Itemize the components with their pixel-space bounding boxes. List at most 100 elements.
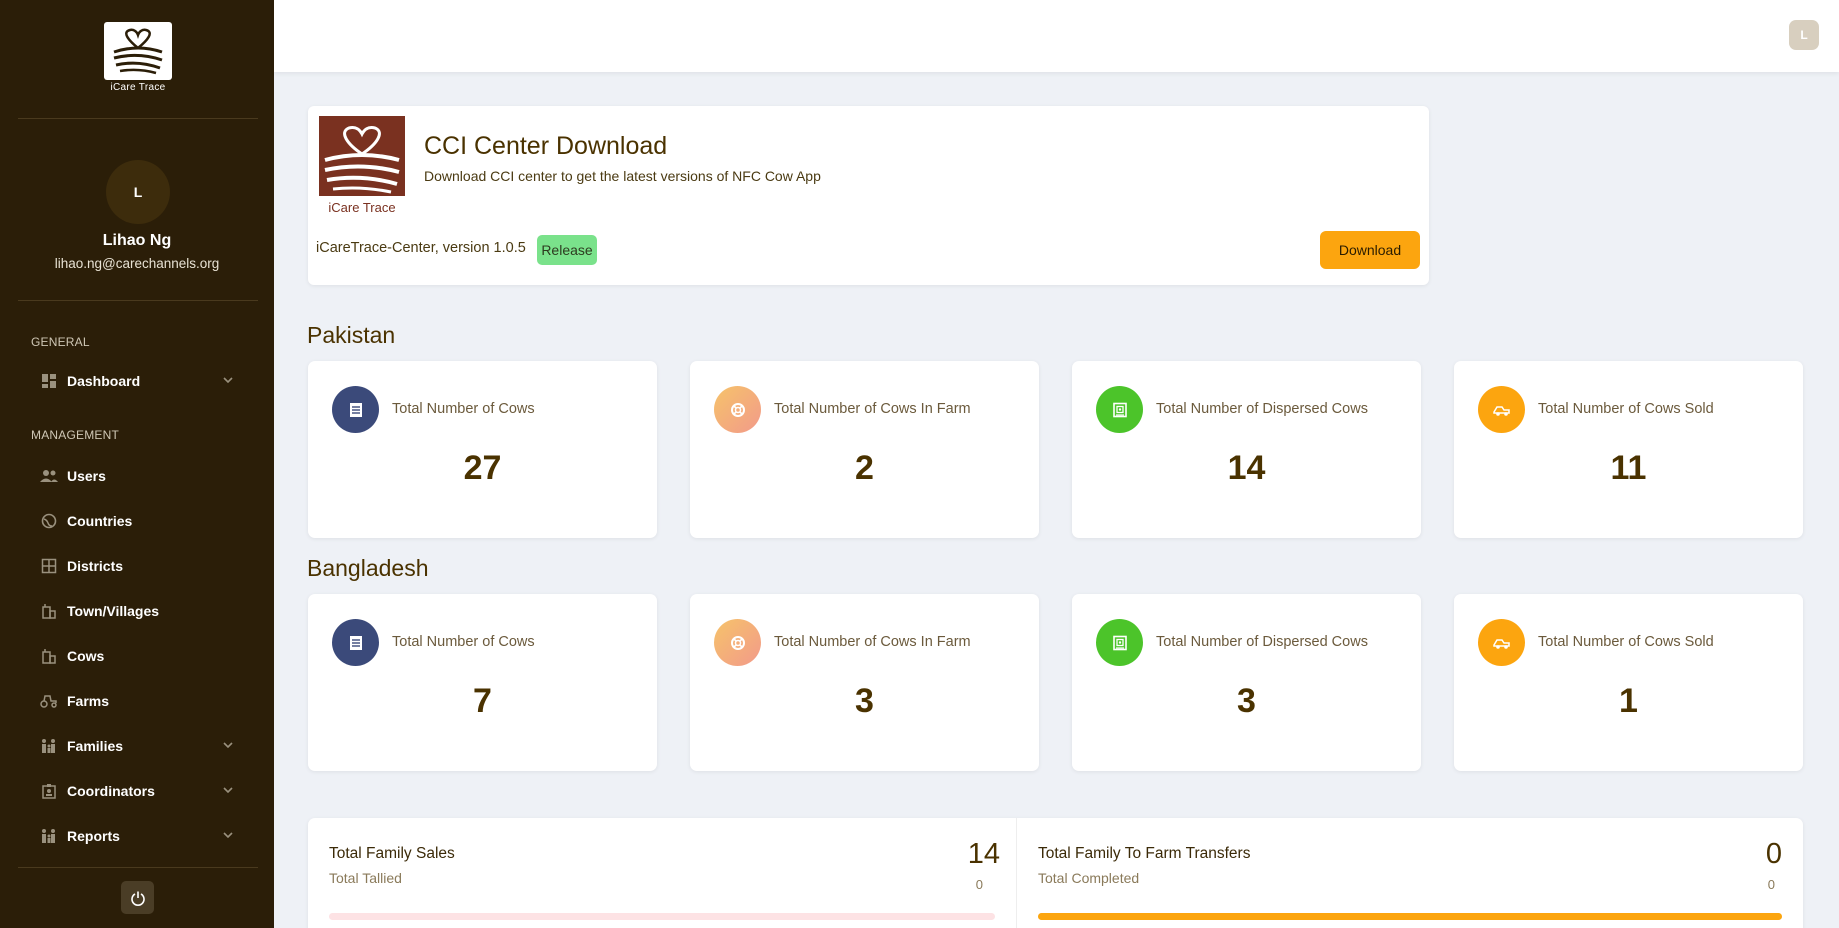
sidebar-item-label: Farms — [67, 693, 110, 709]
sidebar-item-label: Users — [67, 468, 106, 484]
heart-logo-icon — [113, 28, 163, 75]
chevron-down-icon — [223, 787, 233, 794]
sidebar-item-districts[interactable]: Districts — [40, 553, 245, 579]
sidebar-item-dashboard[interactable]: Dashboard — [40, 368, 245, 394]
safe-icon — [1096, 386, 1143, 433]
life-ring-icon — [714, 386, 761, 433]
stat-value: 27 — [463, 449, 502, 487]
stat-card-total-cows: Total Number of Cows 27 — [308, 361, 657, 538]
heart-logo-icon: iCare Trace — [319, 116, 405, 215]
tractor-icon — [40, 692, 58, 710]
stat-card-cows-in-farm: Total Number of Cows In Farm 3 — [690, 594, 1039, 771]
family-to-farm-progress-track — [1038, 913, 1782, 920]
sidebar: iCare Trace L Lihao Ng lihao.ng@carechan… — [0, 0, 274, 928]
family-sales-total: 14 — [967, 838, 1000, 870]
stat-label: Total Number of Cows In Farm — [774, 634, 971, 650]
release-badge: Release — [537, 235, 597, 265]
icare-trace-logo: iCare Trace — [319, 116, 405, 215]
family-to-farm-subtitle: Total Completed — [1038, 870, 1140, 886]
sidebar-item-label: Town/Villages — [67, 603, 160, 619]
sidebar-item-families[interactable]: Families — [40, 733, 245, 759]
stat-value: 14 — [1227, 449, 1266, 487]
safe-icon — [1096, 619, 1143, 666]
family-to-farm-title: Total Family To Farm Transfers — [1038, 845, 1251, 862]
sidebar-item-label: Cows — [67, 648, 105, 664]
download-card: iCare Trace CCI Center Download Download… — [308, 106, 1429, 285]
download-title: CCI Center Download — [424, 132, 668, 160]
logout-button[interactable] — [121, 881, 154, 914]
stat-label: Total Number of Cows Sold — [1538, 401, 1714, 417]
family-to-farm-progress-fill — [1038, 913, 1782, 920]
building-icon — [40, 647, 58, 665]
version-text: iCareTrace-Center, version 1.0.5 — [316, 240, 526, 256]
life-ring-icon — [714, 619, 761, 666]
users-icon — [40, 467, 58, 485]
user-email: lihao.ng@carechannels.org — [54, 256, 220, 271]
family-sales-progress-track — [329, 913, 995, 920]
top-bar: L — [274, 0, 1839, 72]
grid-icon — [40, 557, 58, 575]
user-avatar[interactable]: L — [106, 160, 170, 224]
section-label-general: GENERAL — [31, 335, 90, 349]
stat-label: Total Number of Cows Sold — [1538, 634, 1714, 650]
badge-icon — [40, 782, 58, 800]
globe-icon — [40, 512, 58, 530]
user-name: Lihao Ng — [102, 232, 172, 249]
power-icon — [130, 891, 145, 906]
stat-value: 7 — [473, 682, 492, 720]
list-icon — [332, 619, 379, 666]
divider — [18, 300, 258, 301]
sidebar-item-users[interactable]: Users — [40, 463, 245, 489]
sidebar-item-label: Dashboard — [67, 373, 141, 389]
download-button[interactable]: Download — [1320, 231, 1420, 269]
sidebar-item-reports[interactable]: Reports — [40, 823, 245, 849]
stat-value: 1 — [1619, 682, 1638, 720]
sidebar-item-countries[interactable]: Countries — [40, 508, 245, 534]
sidebar-item-cows[interactable]: Cows — [40, 643, 245, 669]
truck-icon — [1478, 619, 1525, 666]
download-subtitle: Download CCI center to get the latest ve… — [424, 168, 821, 184]
app-logo[interactable]: iCare Trace — [104, 22, 172, 93]
sidebar-item-label: Districts — [67, 558, 124, 574]
sidebar-item-label: Countries — [67, 513, 133, 529]
sidebar-item-label: Reports — [67, 828, 120, 844]
stat-label: Total Number of Cows — [392, 401, 535, 417]
building-icon — [40, 602, 58, 620]
logo-text: iCare Trace — [110, 82, 166, 93]
stat-value: 3 — [1237, 682, 1256, 720]
sidebar-item-label: Coordinators — [67, 783, 155, 799]
stat-label: Total Number of Dispersed Cows — [1156, 634, 1368, 650]
family-sales-tallied: 0 — [975, 877, 983, 892]
stat-label: Total Number of Dispersed Cows — [1156, 401, 1368, 417]
family-sales-title: Total Family Sales — [329, 845, 455, 862]
section-label-management: MANAGEMENT — [31, 428, 120, 442]
stat-card-total-cows: Total Number of Cows 7 — [308, 594, 657, 771]
stat-label: Total Number of Cows In Farm — [774, 401, 971, 417]
logo-text: iCare Trace — [328, 200, 395, 214]
sidebar-item-label: Families — [67, 738, 124, 754]
stat-value: 3 — [855, 682, 874, 720]
divider — [1016, 818, 1017, 928]
country-title-pakistan: Pakistan — [307, 322, 396, 348]
profile-avatar-button[interactable]: L — [1789, 20, 1819, 50]
stat-card-dispersed-cows: Total Number of Dispersed Cows 14 — [1072, 361, 1421, 538]
stat-label: Total Number of Cows — [392, 634, 535, 650]
divider — [18, 867, 258, 868]
stat-value: 11 — [1610, 449, 1647, 487]
family-to-farm-completed: 0 — [1767, 877, 1775, 892]
family-to-farm-total: 0 — [1765, 838, 1782, 870]
stat-card-cows-in-farm: Total Number of Cows In Farm 2 — [690, 361, 1039, 538]
stat-card-dispersed-cows: Total Number of Dispersed Cows 3 — [1072, 594, 1421, 771]
chevron-down-icon — [223, 377, 233, 384]
country-title-bangladesh: Bangladesh — [307, 555, 429, 581]
sidebar-item-farms[interactable]: Farms — [40, 688, 245, 714]
divider — [18, 118, 258, 119]
sidebar-item-coordinators[interactable]: Coordinators — [40, 778, 245, 804]
sidebar-item-town-villages[interactable]: Town/Villages — [40, 598, 245, 624]
chevron-down-icon — [223, 832, 233, 839]
dashboard-icon — [40, 372, 58, 390]
truck-icon — [1478, 386, 1525, 433]
family-icon — [40, 827, 58, 845]
family-icon — [40, 737, 58, 755]
stat-card-cows-sold: Total Number of Cows Sold 11 — [1454, 361, 1803, 538]
